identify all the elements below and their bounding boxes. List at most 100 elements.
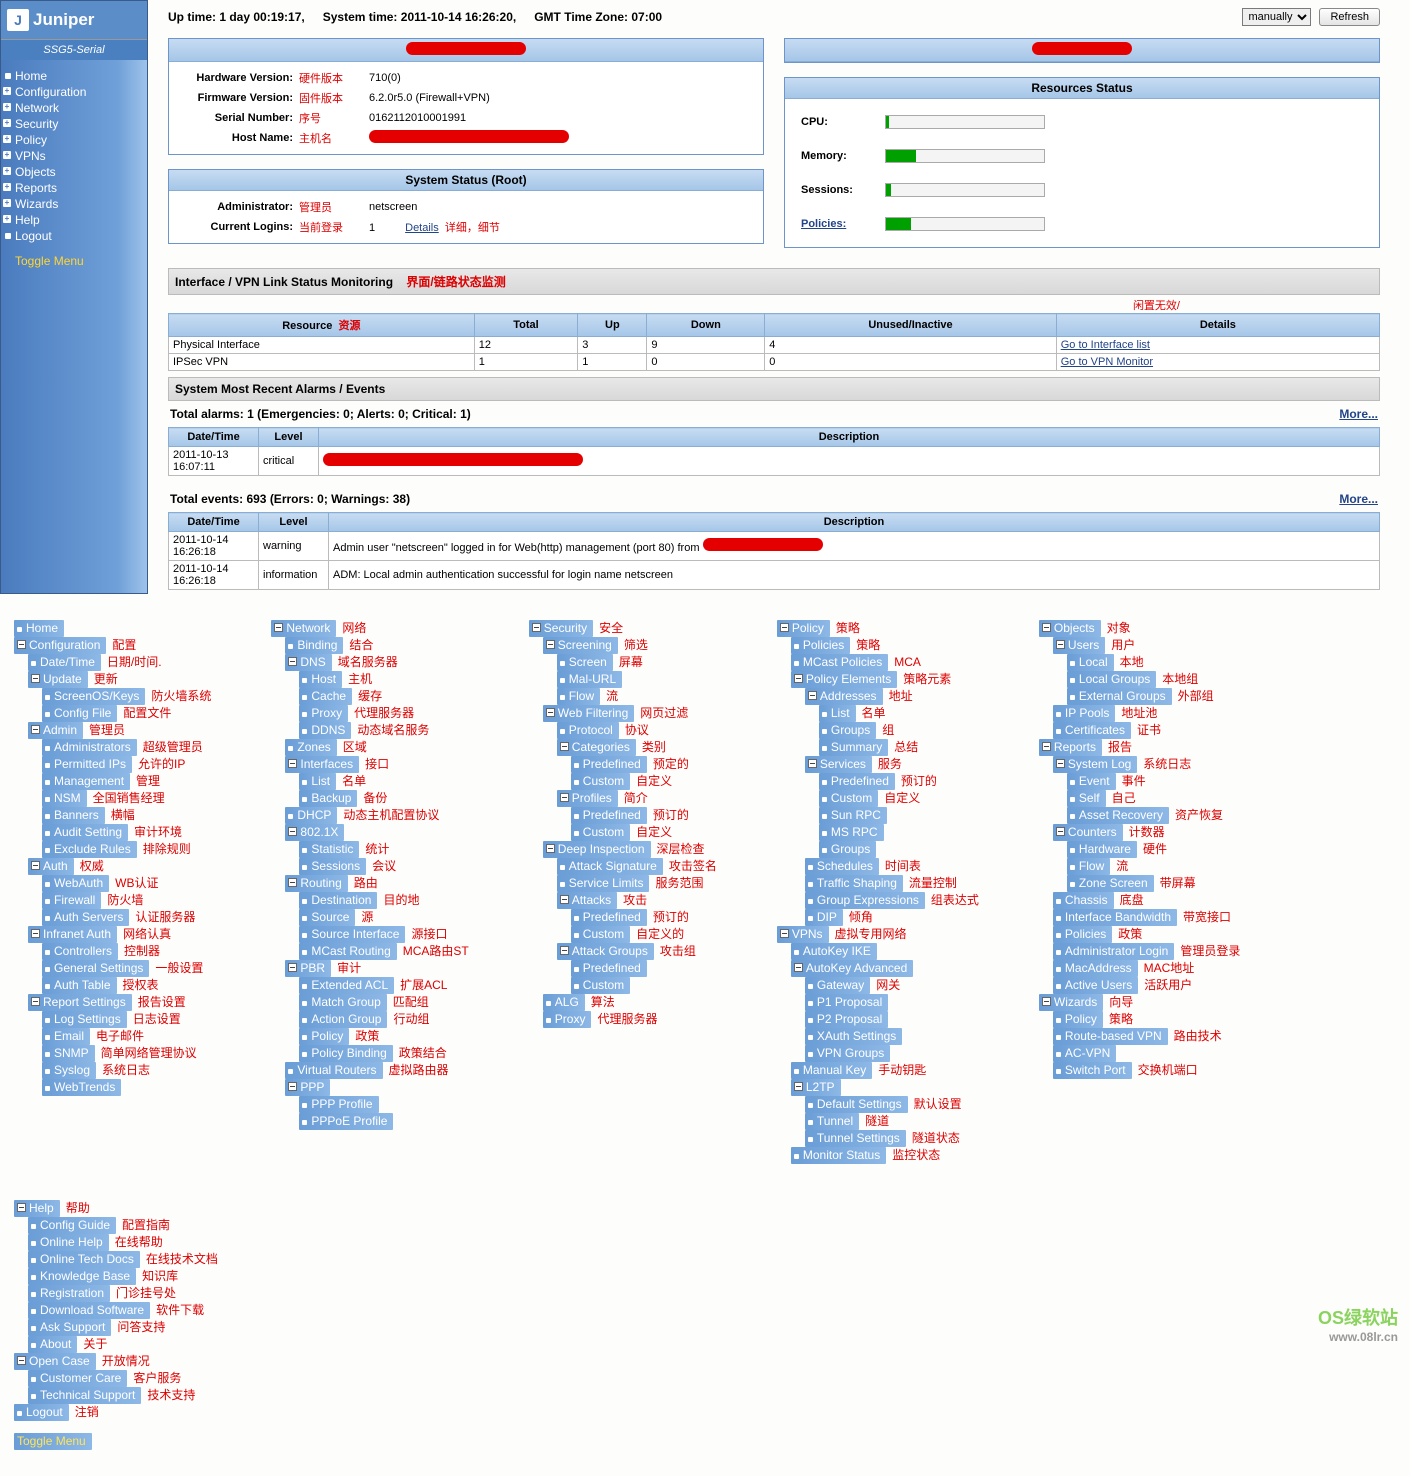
tree-item[interactable]: NSM xyxy=(42,790,87,807)
tree-item[interactable]: Auth Table xyxy=(42,977,117,994)
tree-item[interactable]: PPPoE Profile xyxy=(299,1113,393,1130)
toggle-menu-link[interactable]: Toggle Menu xyxy=(1,244,147,278)
tree-item[interactable]: Action Group xyxy=(299,1011,387,1028)
events-more-link[interactable]: More... xyxy=(1339,492,1378,506)
tree-item[interactable]: Banners xyxy=(42,807,105,824)
tree-item[interactable]: DHCP xyxy=(285,807,337,824)
tree-item[interactable]: Virtual Routers xyxy=(285,1062,382,1079)
tree-item[interactable]: Web Filtering xyxy=(543,705,634,722)
tree-item[interactable]: Screening xyxy=(543,637,618,654)
tree-item[interactable]: Source Interface xyxy=(299,926,405,943)
details-link[interactable]: Details xyxy=(405,222,439,234)
tree-item[interactable]: PBR xyxy=(285,960,331,977)
tree-item[interactable]: Destination xyxy=(299,892,377,909)
tree-item[interactable]: Auth Servers xyxy=(42,909,129,926)
tree-item[interactable]: Exclude Rules xyxy=(42,841,137,858)
tree-item[interactable]: Deep Inspection xyxy=(543,841,651,858)
tree-item[interactable]: Service Limits xyxy=(557,875,650,892)
nav-home[interactable]: Home xyxy=(1,68,147,84)
tree-item[interactable]: Mal-URL xyxy=(557,671,622,688)
tree-item[interactable]: DDNS xyxy=(299,722,351,739)
tree-item[interactable]: Custom xyxy=(571,824,630,841)
tree-item[interactable]: Permitted IPs xyxy=(42,756,132,773)
tree-item[interactable]: Security xyxy=(529,620,593,637)
tree-item[interactable]: Date/Time xyxy=(28,654,101,671)
tree-item[interactable]: Screen xyxy=(557,654,613,671)
tree-item[interactable]: Email xyxy=(42,1028,90,1045)
nav-objects[interactable]: Objects xyxy=(1,164,147,180)
tree-item[interactable]: Report Settings xyxy=(28,994,132,1011)
tree-item[interactable]: MCast Routing xyxy=(299,943,396,960)
tree-item[interactable]: Policy Binding xyxy=(299,1045,392,1062)
tree-item[interactable]: PPP xyxy=(285,1079,330,1096)
refresh-button[interactable]: Refresh xyxy=(1319,8,1380,26)
tree-item[interactable]: Attacks xyxy=(557,892,617,909)
alarms-more-link[interactable]: More... xyxy=(1339,407,1378,421)
tree-item[interactable]: WebAuth xyxy=(42,875,109,892)
tree-item[interactable]: Statistic xyxy=(299,841,359,858)
refresh-mode-select[interactable]: manually xyxy=(1242,8,1311,26)
tree-item[interactable]: Backup xyxy=(299,790,357,807)
tree-item[interactable]: Policy xyxy=(299,1028,349,1045)
tree-item[interactable]: WebTrends xyxy=(42,1079,121,1096)
tree-item[interactable]: Config File xyxy=(42,705,117,722)
tree-item[interactable]: Zones xyxy=(285,739,336,756)
tree-item[interactable]: Attack Signature xyxy=(557,858,663,875)
tree-item[interactable]: Protocol xyxy=(557,722,619,739)
tree-item[interactable]: Routing xyxy=(285,875,347,892)
nav-security[interactable]: Security xyxy=(1,116,147,132)
tree-item[interactable]: Proxy xyxy=(299,705,348,722)
tree-item[interactable]: Predefined xyxy=(571,756,647,773)
tree-item[interactable]: Predefined xyxy=(571,807,647,824)
tree-item[interactable]: Attack Groups xyxy=(557,943,654,960)
nav-reports[interactable]: Reports xyxy=(1,180,147,196)
tree-item[interactable]: Firewall xyxy=(42,892,101,909)
tree-item[interactable]: Custom xyxy=(571,926,630,943)
tree-item[interactable]: Admin xyxy=(28,722,83,739)
tree-item[interactable]: Auth xyxy=(28,858,74,875)
tree-item[interactable]: Profiles xyxy=(557,790,618,807)
tree-item[interactable]: Custom xyxy=(571,977,630,994)
tree-item[interactable]: Update xyxy=(28,671,88,688)
tree-item[interactable]: 802.1X xyxy=(285,824,344,841)
tree-item[interactable]: Sessions xyxy=(299,858,366,875)
nav-network[interactable]: Network xyxy=(1,100,147,116)
tree-item[interactable]: Infranet Auth xyxy=(28,926,117,943)
tree-item[interactable]: General Settings xyxy=(42,960,149,977)
tree-item[interactable]: Audit Setting xyxy=(42,824,128,841)
tree-item[interactable]: Categories xyxy=(557,739,636,756)
tree-item[interactable]: Syslog xyxy=(42,1062,96,1079)
nav-configuration[interactable]: Configuration xyxy=(1,84,147,100)
tree-item[interactable]: SNMP xyxy=(42,1045,95,1062)
tree-item[interactable]: Network xyxy=(271,620,336,637)
nav-help[interactable]: Help xyxy=(1,212,147,228)
tree-item[interactable]: List xyxy=(299,773,336,790)
tree-item[interactable]: Predefined xyxy=(571,909,647,926)
tree-item[interactable]: Host xyxy=(299,671,342,688)
toggle-menu-tree[interactable]: Toggle Menu xyxy=(14,1433,92,1450)
tree-item[interactable]: Management xyxy=(42,773,130,790)
nav-policy[interactable]: Policy xyxy=(1,132,147,148)
nav-vpns[interactable]: VPNs xyxy=(1,148,147,164)
tree-item[interactable]: Proxy xyxy=(543,1011,592,1028)
tree-item[interactable]: Match Group xyxy=(299,994,386,1011)
tree-item[interactable]: PPP Profile xyxy=(299,1096,378,1113)
tree-item[interactable]: Home xyxy=(14,620,64,637)
tree-item[interactable]: Interfaces xyxy=(285,756,359,773)
tree-item[interactable]: Administrators xyxy=(42,739,137,756)
tree-item[interactable]: ScreenOS/Keys xyxy=(42,688,145,705)
nav-logout[interactable]: Logout xyxy=(1,228,147,244)
tree-item[interactable]: Extended ACL xyxy=(299,977,394,994)
tree-item[interactable]: Controllers xyxy=(42,943,118,960)
tree-item[interactable]: Source xyxy=(299,909,355,926)
tree-item[interactable]: Cache xyxy=(299,688,352,705)
tree-item[interactable]: Configuration xyxy=(14,637,106,654)
tree-item[interactable]: Binding xyxy=(285,637,343,654)
tree-item[interactable]: Flow xyxy=(557,688,600,705)
tree-item[interactable]: ALG xyxy=(543,994,585,1011)
tree-item[interactable]: DNS xyxy=(285,654,331,671)
tree-item[interactable]: Custom xyxy=(571,773,630,790)
nav-wizards[interactable]: Wizards xyxy=(1,196,147,212)
tree-item[interactable]: Log Settings xyxy=(42,1011,127,1028)
tree-item[interactable]: Predefined xyxy=(571,960,647,977)
